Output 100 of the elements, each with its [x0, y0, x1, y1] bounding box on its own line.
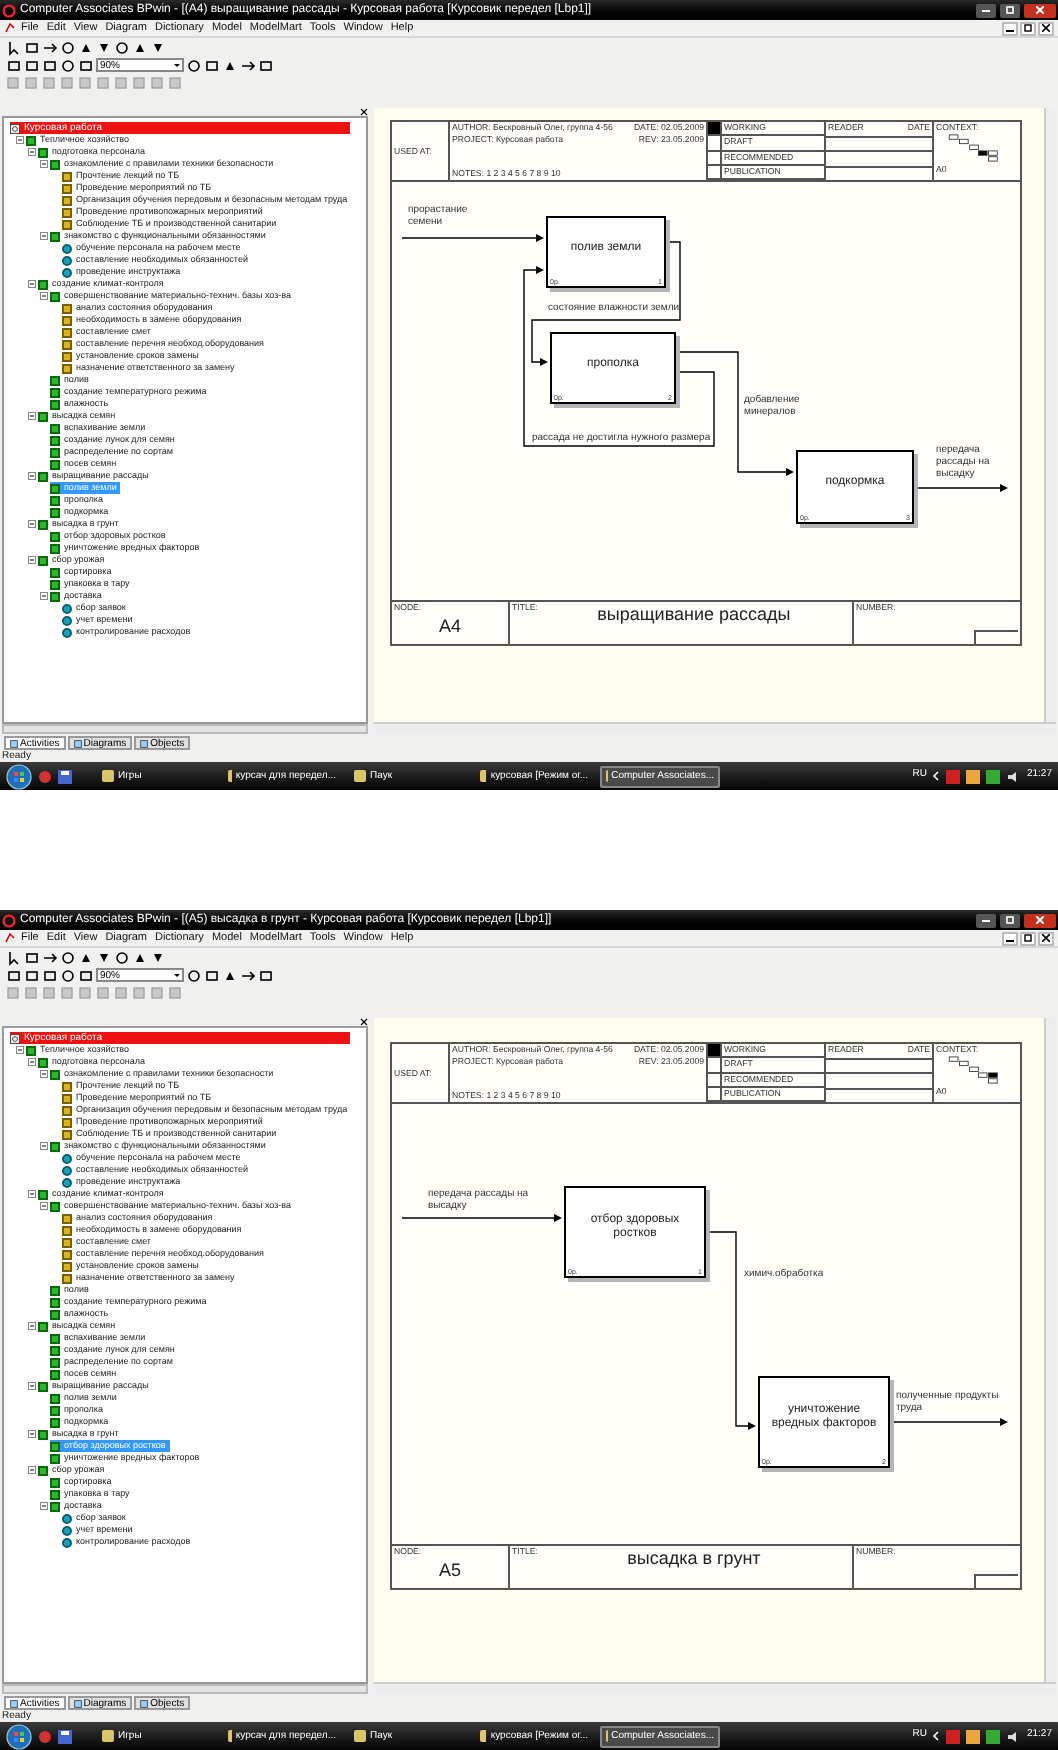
circle-icon[interactable] [60, 39, 76, 55]
tab-icon [10, 739, 18, 747]
quick-launch-icon[interactable] [38, 1729, 52, 1743]
square-icon[interactable] [204, 967, 220, 983]
arrow-icon[interactable] [240, 57, 256, 73]
collapse-icon[interactable] [40, 232, 48, 240]
start-button[interactable] [6, 763, 32, 789]
close-icon [1036, 6, 1044, 14]
tab-icon [73, 1699, 82, 1707]
collapse-icon[interactable] [28, 1058, 36, 1066]
square-icon[interactable] [42, 57, 58, 73]
collapse-icon[interactable] [40, 160, 48, 168]
app-logo-icon [2, 913, 16, 927]
circle-icon[interactable] [186, 57, 202, 73]
mdi-minimize-button[interactable] [1002, 931, 1018, 945]
circle-icon[interactable] [186, 967, 202, 983]
arrow [889, 1418, 1008, 1426]
collapse-icon[interactable] [28, 280, 36, 288]
caret-icon [172, 60, 182, 70]
square-icon[interactable] [78, 967, 94, 983]
chevron-left-icon[interactable] [932, 770, 941, 782]
square-icon[interactable] [24, 949, 40, 965]
square-icon[interactable] [6, 57, 22, 73]
close-icon [1036, 916, 1044, 924]
diagram-icon [10, 123, 20, 133]
mdi-close-button[interactable] [1038, 21, 1054, 35]
activity-square-icon [50, 1141, 60, 1151]
collapse-icon[interactable] [28, 1190, 36, 1198]
app-icon [102, 1730, 114, 1742]
collapse-icon[interactable] [28, 520, 36, 528]
square-icon[interactable] [204, 57, 220, 73]
minimize-button[interactable] [976, 3, 996, 17]
collapse-icon[interactable] [28, 472, 36, 480]
restore-icon [1024, 24, 1032, 32]
collapse-icon[interactable] [28, 1322, 36, 1330]
app-icon [480, 1730, 487, 1742]
mdi-restore-button[interactable] [1020, 21, 1036, 35]
chevron-left-icon[interactable] [932, 1730, 941, 1742]
minimize-icon [1006, 934, 1014, 942]
close-icon[interactable] [360, 108, 368, 116]
collapse-icon[interactable] [16, 1046, 24, 1054]
arrow-icon[interactable] [42, 39, 58, 55]
start-button[interactable] [6, 1723, 32, 1749]
arrow-icon[interactable] [42, 949, 58, 965]
square-icon[interactable] [24, 57, 40, 73]
app-icon [480, 770, 487, 782]
collapse-icon[interactable] [28, 412, 36, 420]
tab-icon [73, 739, 82, 747]
close-icon [1042, 934, 1050, 942]
diagram-icon [10, 1033, 20, 1043]
square-icon[interactable] [42, 967, 58, 983]
maximize-button[interactable] [1000, 3, 1020, 17]
mdi-close-button[interactable] [1038, 931, 1054, 945]
collapse-icon[interactable] [40, 1070, 48, 1078]
collapse-icon[interactable] [28, 1466, 36, 1474]
triangle-icon[interactable] [222, 57, 238, 73]
diagram-title: высадка в грунт [625, 1546, 763, 1572]
collapse-icon[interactable] [40, 1142, 48, 1150]
circle-icon[interactable] [114, 39, 130, 55]
maximize-icon [1006, 916, 1014, 924]
speaker-icon[interactable] [1006, 769, 1021, 783]
square-icon[interactable] [258, 967, 274, 983]
minimize-button[interactable] [976, 913, 996, 927]
collapse-icon[interactable] [40, 1202, 48, 1210]
node-number: A4 [436, 614, 463, 638]
minimize-icon [982, 8, 990, 12]
app-logo-icon [2, 3, 16, 17]
diagram-title: выращивание рассады [595, 602, 793, 628]
collapse-icon[interactable] [28, 556, 36, 564]
square-icon[interactable] [24, 967, 40, 983]
app-icon [354, 770, 366, 782]
quick-launch-icon[interactable] [38, 769, 52, 783]
circle-icon[interactable] [114, 949, 130, 965]
collapse-icon[interactable] [40, 592, 48, 600]
mdi-minimize-button[interactable] [1002, 21, 1018, 35]
collapse-icon[interactable] [28, 148, 36, 156]
circle-icon[interactable] [60, 57, 76, 73]
collapse-icon[interactable] [40, 292, 48, 300]
square-icon[interactable] [24, 39, 40, 55]
square-icon[interactable] [258, 57, 274, 73]
triangle-icon[interactable] [222, 967, 238, 983]
close-icon[interactable] [360, 1018, 368, 1026]
speaker-icon[interactable] [1006, 1729, 1021, 1743]
close-button[interactable] [1024, 3, 1056, 17]
collapse-icon[interactable] [28, 1430, 36, 1438]
app-icon [354, 1730, 366, 1742]
maximize-button[interactable] [1000, 913, 1020, 927]
circle-icon[interactable] [60, 949, 76, 965]
tab-icon [140, 1699, 149, 1707]
activity-square-icon [50, 231, 60, 241]
mdi-restore-button[interactable] [1020, 931, 1036, 945]
caret-icon [172, 970, 182, 980]
square-icon[interactable] [78, 57, 94, 73]
circle-icon[interactable] [60, 967, 76, 983]
square-icon[interactable] [6, 967, 22, 983]
collapse-icon[interactable] [16, 136, 24, 144]
collapse-icon[interactable] [28, 1382, 36, 1390]
arrow-icon[interactable] [240, 967, 256, 983]
collapse-icon[interactable] [40, 1502, 48, 1510]
close-button[interactable] [1024, 913, 1056, 927]
